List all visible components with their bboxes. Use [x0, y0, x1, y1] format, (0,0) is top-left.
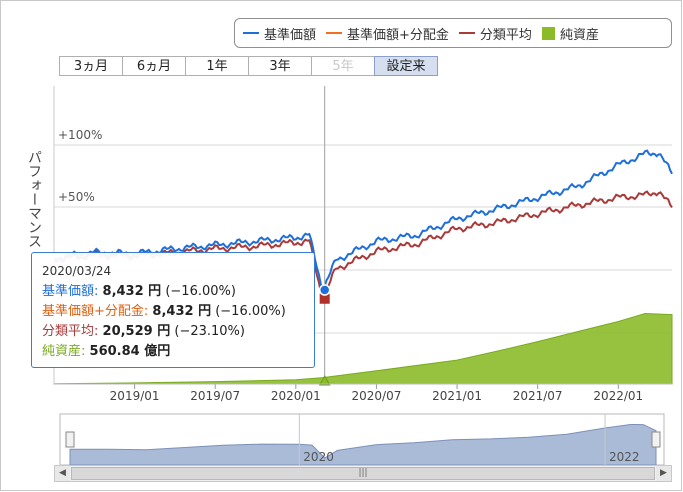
- legend-square-icon: [541, 26, 555, 40]
- range-button-since-inception[interactable]: 設定来: [374, 56, 438, 76]
- x-tick-label: 2020/01: [271, 389, 321, 403]
- tooltip-label: 分類平均:: [42, 324, 99, 339]
- legend-line-icon: [458, 32, 475, 34]
- legend-label: 分類平均: [479, 27, 532, 43]
- x-tick-label: 2021/07: [513, 389, 563, 403]
- legend-item-net-assets[interactable]: 純資産: [541, 24, 599, 43]
- tooltip-value: 8,432 円: [152, 304, 212, 319]
- legend-item-category-avg[interactable]: 分類平均: [458, 24, 532, 43]
- tooltip-value: 560.84 億円: [89, 344, 171, 359]
- tooltip: 2020/03/24 基準価額: 8,432 円 (−16.00%) 基準価額+…: [31, 252, 315, 368]
- navigator-label: 2022: [609, 450, 640, 464]
- tooltip-value: 20,529 円: [102, 324, 171, 339]
- range-selector: 3ヵ月 6ヵ月 1年 3年 5年 設定来: [59, 56, 438, 76]
- scroll-right-arrow-icon[interactable]: ▶: [656, 466, 671, 481]
- x-tick-label: 2019/01: [110, 389, 160, 403]
- tooltip-row-net-assets: 純資産: 560.84 億円: [42, 342, 304, 362]
- navigator-handle[interactable]: [651, 431, 661, 448]
- range-button-6m[interactable]: 6ヵ月: [122, 56, 186, 76]
- tooltip-label: 基準価額:: [42, 284, 99, 299]
- x-tick-label: 2020/07: [352, 389, 402, 403]
- range-button-1y[interactable]: 1年: [185, 56, 249, 76]
- y-tick-label: +100%: [58, 128, 102, 142]
- tooltip-extra: (−16.00%): [215, 304, 286, 319]
- scrollbar[interactable]: ◀ ||| ▶: [54, 465, 672, 482]
- legend-item-nav-dist[interactable]: 基準価額+分配金: [326, 24, 449, 43]
- tooltip-label: 純資産:: [42, 344, 86, 359]
- legend-label: 基準価額+分配金: [347, 27, 449, 43]
- range-button-3y[interactable]: 3年: [248, 56, 312, 76]
- tooltip-row-nav-dist: 基準価額+分配金: 8,432 円 (−16.00%): [42, 302, 304, 322]
- tooltip-value: 8,432 円: [102, 284, 162, 299]
- legend-line-icon: [326, 32, 343, 34]
- tooltip-label: 基準価額+分配金:: [42, 304, 149, 319]
- tooltip-extra: (−23.10%): [174, 324, 245, 339]
- x-tick-label: 2019/07: [190, 389, 240, 403]
- x-tick-label: 2022/01: [593, 389, 643, 403]
- tooltip-extra: (−16.00%): [165, 284, 236, 299]
- navigator-handle[interactable]: [65, 431, 75, 448]
- tooltip-row-category-avg: 分類平均: 20,529 円 (−23.10%): [42, 322, 304, 342]
- range-button-5y: 5年: [311, 56, 375, 76]
- tooltip-row-nav: 基準価額: 8,432 円 (−16.00%): [42, 282, 304, 302]
- legend-label: 純資産: [559, 27, 599, 43]
- navigator-label: 2020: [303, 450, 334, 464]
- legend-label: 基準価額: [264, 27, 317, 43]
- scrollbar-thumb[interactable]: |||: [71, 467, 655, 480]
- legend-line-icon: [243, 32, 259, 34]
- nav-marker: [318, 284, 331, 296]
- y-tick-label: +50%: [58, 190, 95, 204]
- tooltip-date: 2020/03/24: [42, 264, 112, 278]
- legend: 基準価額 基準価額+分配金 分類平均 純資産: [234, 18, 672, 48]
- scroll-left-arrow-icon[interactable]: ◀: [55, 466, 70, 481]
- y-axis-label: パフォーマンス: [26, 150, 42, 248]
- legend-item-nav[interactable]: 基準価額: [243, 24, 316, 43]
- x-tick-label: 2021/01: [432, 389, 482, 403]
- range-button-3m[interactable]: 3ヵ月: [59, 56, 123, 76]
